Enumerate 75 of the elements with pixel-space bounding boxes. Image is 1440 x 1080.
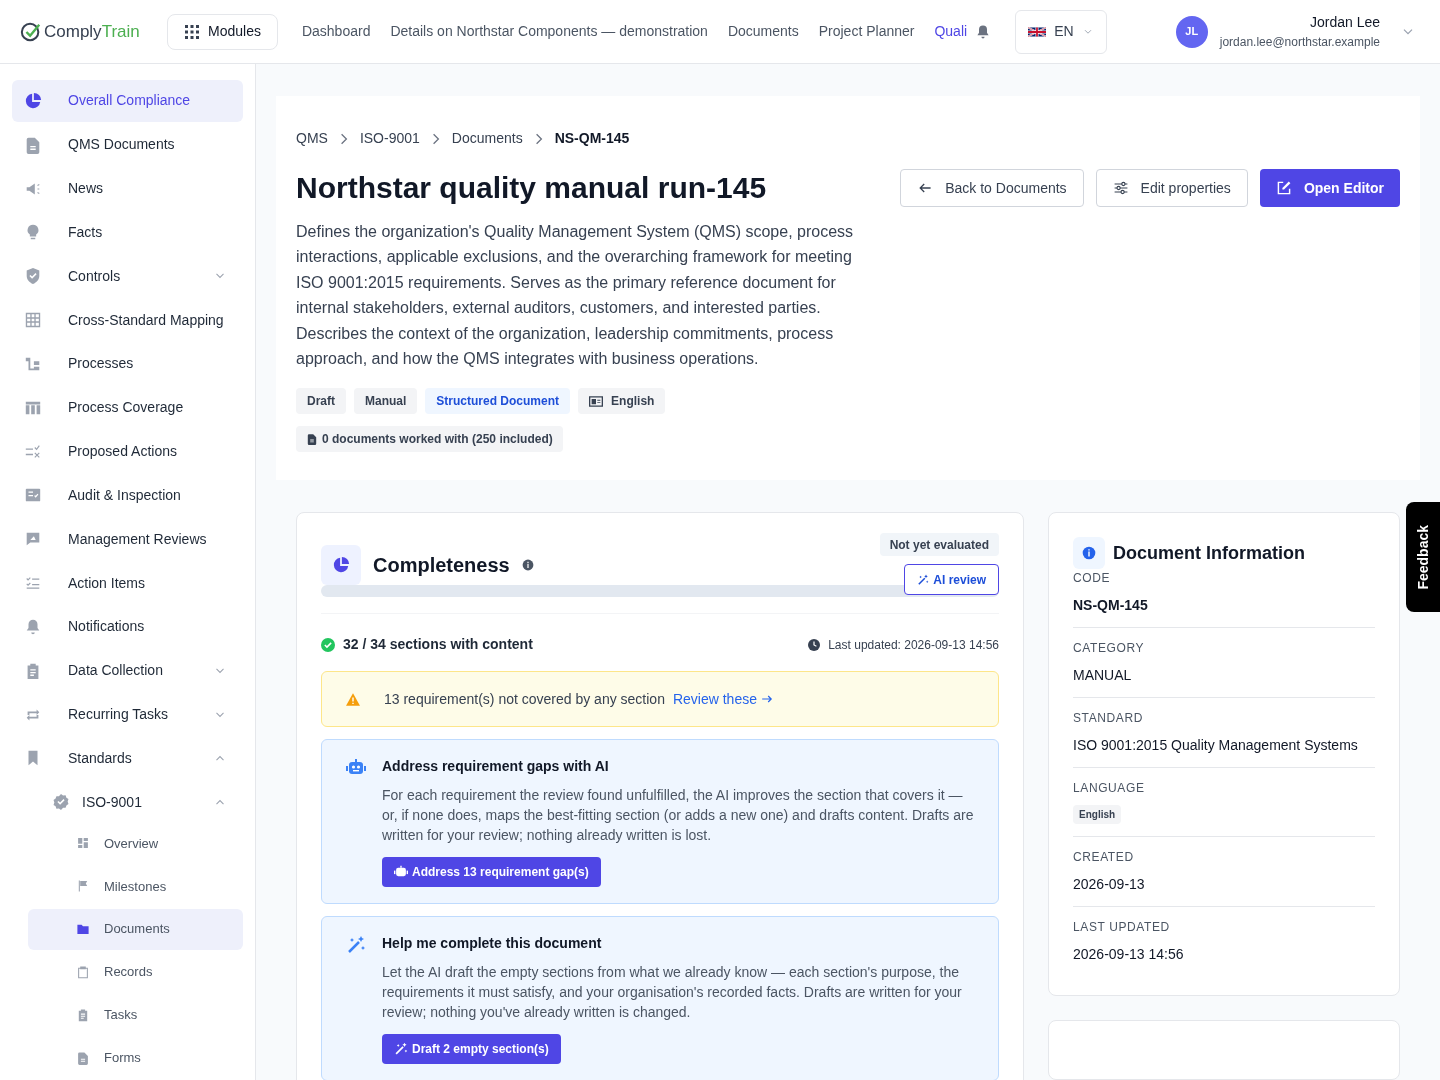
action-button[interactable]: Edit properties — [1095, 169, 1248, 207]
sidebar-item[interactable]: Facts — [12, 211, 243, 254]
card-title: Completeness — [373, 553, 510, 579]
panel-action-button[interactable]: Address 13 requirement gap(s) — [382, 857, 601, 888]
field-label: STANDARD — [1073, 710, 1144, 728]
sidebar-item[interactable]: ISO-9001 — [12, 781, 243, 824]
panel-description: For each requirement the review found unfulfilled, the AI improves the section that covers it — or, if none does, maps the best-fitting section (or adds a new one) and drafts content. Drafts are written for your review; nothing already written is lost. — [382, 786, 974, 846]
breadcrumb-link[interactable]: ISO-9001 — [359, 128, 420, 149]
review-link[interactable]: Review these — [672, 688, 773, 710]
field-label: CODE — [1073, 570, 1112, 588]
document-tag: Structured Document — [425, 388, 571, 415]
sidebar-item[interactable]: Recurring Tasks — [12, 693, 243, 736]
nav-link[interactable]: Dashboard — [301, 21, 371, 42]
user-name: Jordan Lee — [1309, 13, 1380, 32]
sidebar-item[interactable]: Process Coverage — [12, 386, 243, 429]
ai-review-button[interactable]: AI review — [904, 564, 999, 596]
panel-title: Help me complete this document — [382, 934, 603, 954]
sidebar-item[interactable]: Proposed Actions — [12, 430, 243, 473]
sidebar-item[interactable]: Documents — [28, 908, 243, 950]
panel-action-button[interactable]: Draft 2 empty section(s) — [382, 1034, 561, 1065]
field-label: CATEGORY — [1073, 640, 1146, 658]
sidebar-item[interactable]: News — [12, 167, 243, 210]
document-tag: Manual — [354, 388, 418, 415]
document-description: Defines the organization's Quality Management System (QMS) scope, process interactions, applicable exclusions, and the overarching framework for meeting ISO 9001:2015 requirements. Serves as the primary reference document for internal stakeholders, external auditors, customers, and interested parties. Describes the context of the organization, leadership commitments, process approach, and how the QMS integrates with business operations. — [296, 221, 855, 370]
user-avatar[interactable]: JL — [1175, 15, 1208, 48]
sidebar-item[interactable]: Milestones — [28, 865, 243, 907]
field-value: 2026-09-13 — [1073, 875, 1146, 895]
status-badge: Not yet evaluated — [879, 533, 999, 557]
sidebar-item[interactable]: Overall Compliance — [12, 80, 243, 122]
action-button[interactable]: Open Editor — [1259, 169, 1400, 207]
field-label: LAST UPDATED — [1073, 919, 1171, 937]
card-title: Document Information — [1113, 541, 1305, 565]
field-label: LANGUAGE — [1073, 780, 1146, 798]
sidebar-item[interactable]: Audit & Inspection — [12, 474, 243, 517]
sidebar-item[interactable]: Forms — [28, 1037, 243, 1079]
nav-link[interactable]: Documents — [727, 21, 799, 42]
user-email: jordan.lee@northstar.example — [1219, 34, 1380, 51]
nav-link[interactable]: Details on Northstar Components — demonstration — [390, 21, 708, 42]
panel-description: Let the AI draft the empty sections from what we already know — each section's purpose, the requirements it must satisfy, and your organisation's recorded facts. Drafts are written for your review; nothing you've already written is changed. — [382, 963, 963, 1023]
field-value: 2026-09-13 14:56 — [1073, 945, 1185, 965]
sections-count: 32 / 34 sections with content — [343, 635, 533, 655]
sidebar-item[interactable]: Action Items — [12, 562, 243, 604]
breadcrumb-link[interactable]: QMS — [296, 128, 328, 149]
breadcrumb-link[interactable]: Documents — [451, 128, 523, 149]
feedback-tab[interactable]: Feedback — [1406, 502, 1440, 612]
sidebar-item[interactable]: QMS Documents — [12, 123, 243, 166]
sidebar-item[interactable]: Data Collection — [12, 649, 243, 692]
last-updated-text: Last updated: 2026-09-13 14:56 — [828, 636, 999, 654]
sidebar-item[interactable]: Notifications — [12, 605, 243, 648]
warning-text: 13 requirement(s) not covered by any section — [384, 689, 665, 709]
sidebar-item[interactable]: Management Reviews — [12, 518, 243, 561]
sidebar-item[interactable]: Standards — [12, 737, 243, 780]
action-button[interactable]: Back to Documents — [900, 169, 1084, 207]
field-value: ISO 9001:2015 Quality Management Systems — [1073, 736, 1359, 756]
document-title: Northstar quality manual run-145 — [296, 170, 768, 206]
sidebar-item[interactable]: Tasks — [28, 994, 243, 1036]
sidebar-item[interactable]: Records — [28, 951, 243, 993]
usage-badge: 0 documents worked with (250 included) — [296, 426, 563, 453]
breadcrumb-link[interactable]: NS-QM-145 — [554, 128, 630, 149]
nav-link[interactable]: Project Planner — [818, 21, 915, 42]
sidebar-item[interactable]: Overview — [28, 823, 243, 864]
language-selector[interactable]: EN — [1015, 9, 1107, 54]
sidebar-item[interactable]: Cross-Standard Mapping — [12, 299, 243, 341]
logo-text: ComplyTrain — [44, 20, 140, 43]
document-tag: Draft — [296, 388, 346, 415]
sidebar-item[interactable]: Controls — [12, 255, 243, 298]
field-value: MANUAL — [1073, 666, 1133, 686]
field-label: CREATED — [1073, 849, 1135, 867]
sidebar-item[interactable]: Processes — [12, 342, 243, 385]
panel-title: Address requirement gaps with AI — [382, 757, 610, 777]
language-badge: English — [1073, 805, 1122, 825]
modules-button[interactable]: Modules — [167, 13, 278, 50]
field-value: NS-QM-145 — [1073, 596, 1149, 616]
document-tag: English — [578, 388, 666, 415]
nav-link[interactable]: Quali — [934, 21, 968, 42]
